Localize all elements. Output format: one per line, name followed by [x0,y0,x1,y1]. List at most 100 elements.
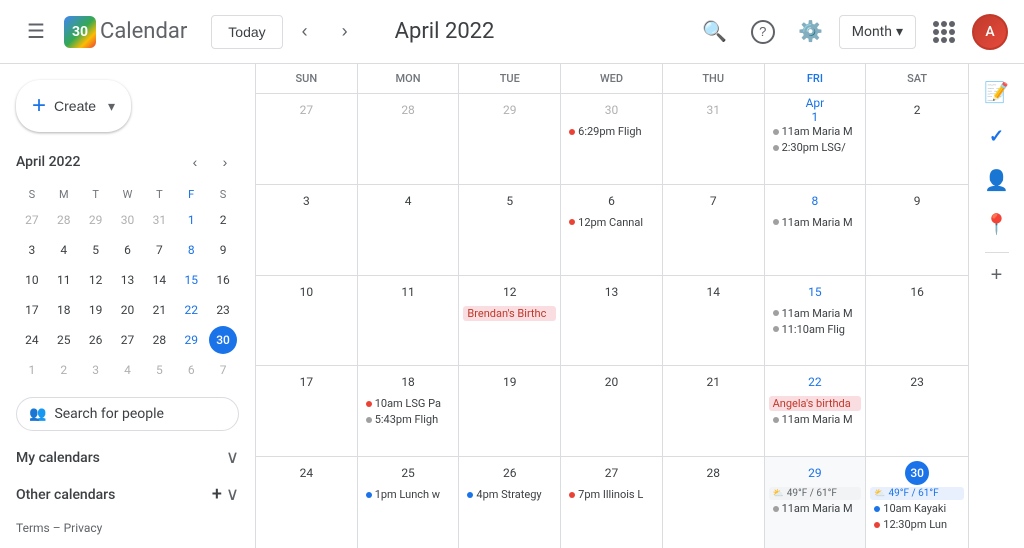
cal-date[interactable]: 21 [701,370,725,394]
mini-day[interactable]: 8 [177,236,205,264]
cal-date-today[interactable]: 30 [905,461,929,485]
mini-day[interactable]: 6 [113,236,141,264]
mini-day-today[interactable]: 30 [209,326,237,354]
mini-day[interactable]: 7 [209,356,237,384]
cal-cell[interactable]: 16 [866,276,968,366]
cal-cell[interactable]: 2 [866,94,968,184]
cal-cell[interactable]: 3 [256,185,358,275]
cal-cell[interactable]: 29 ⛅49°F / 61°F 11am Maria M [765,457,867,548]
cal-date[interactable]: 10 [294,280,318,304]
cal-date[interactable]: 15 [803,280,827,304]
event[interactable]: 11:10am Flig [769,322,862,337]
cal-date[interactable]: 8 [803,189,827,213]
cal-date[interactable]: 12 [498,280,522,304]
mini-day[interactable]: 27 [18,206,46,234]
mini-day[interactable]: 11 [50,266,78,294]
mini-day[interactable]: 22 [177,296,205,324]
mini-day[interactable]: 1 [177,206,205,234]
cal-date[interactable]: 24 [294,461,318,485]
cal-date[interactable]: 19 [498,370,522,394]
event[interactable]: 2:30pm LSG/ [769,140,862,155]
settings-button[interactable]: ⚙️ [791,12,831,52]
prev-button[interactable]: ‹ [287,14,323,50]
mini-day[interactable]: 3 [82,356,110,384]
event[interactable]: 10am Kayaki [870,501,964,516]
mini-next-button[interactable]: › [211,148,239,176]
today-button[interactable]: Today [211,15,282,49]
my-calendars-section[interactable]: My calendars ∨ [0,439,255,476]
cal-cell[interactable]: 27 7pm Illinois L [561,457,663,548]
cal-date[interactable]: 17 [294,370,318,394]
right-add-button[interactable]: + [983,261,1011,289]
mini-day[interactable]: 28 [145,326,173,354]
next-button[interactable]: › [327,14,363,50]
cal-date[interactable]: 14 [701,280,725,304]
avatar[interactable]: A [972,14,1008,50]
cal-cell[interactable]: 11 [358,276,460,366]
mini-day[interactable]: 23 [209,296,237,324]
mini-prev-button[interactable]: ‹ [181,148,209,176]
weather-event[interactable]: ⛅49°F / 61°F [870,487,964,500]
cal-date[interactable]: 5 [498,189,522,213]
mini-day[interactable]: 5 [145,356,173,384]
cal-date[interactable]: 11 [396,280,420,304]
event[interactable]: 12pm Cannal [565,215,658,230]
cal-cell[interactable]: 10 [256,276,358,366]
cal-cell[interactable]: 15 11am Maria M 11:10am Flig [765,276,867,366]
create-button[interactable]: + Create ▾ [16,80,131,132]
mini-day[interactable]: 28 [50,206,78,234]
mini-day[interactable]: 13 [113,266,141,294]
cal-cell[interactable]: 9 [866,185,968,275]
add-calendar-icon[interactable]: + [212,484,222,505]
cal-cell[interactable]: 28 [358,94,460,184]
mini-day[interactable]: 26 [82,326,110,354]
cal-date[interactable]: 4 [396,189,420,213]
cal-cell[interactable]: 23 [866,366,968,456]
mini-day[interactable]: 10 [18,266,46,294]
event[interactable]: 11am Maria M [769,501,862,516]
cal-date[interactable]: 18 [396,370,420,394]
cal-cell[interactable]: 13 [561,276,663,366]
mini-day[interactable]: 21 [145,296,173,324]
cal-cell[interactable]: 14 [663,276,765,366]
cal-date[interactable]: 20 [599,370,623,394]
view-selector[interactable]: Month ▾ [839,15,916,49]
mini-day[interactable]: 7 [145,236,173,264]
event[interactable]: 11am Maria M [769,215,862,230]
terms-link[interactable]: Terms [16,521,50,535]
mini-day[interactable]: 19 [82,296,110,324]
event[interactable]: 7pm Illinois L [565,487,658,502]
event[interactable]: Brendan's Birthc [463,306,556,321]
mini-day[interactable]: 20 [113,296,141,324]
cal-date[interactable]: 2 [905,98,929,122]
cal-date[interactable]: 9 [905,189,929,213]
cal-cell[interactable]: 4 [358,185,460,275]
keep-button[interactable]: 📝 [977,72,1017,112]
event[interactable]: 1pm Lunch w [362,487,455,502]
cal-date[interactable]: 13 [599,280,623,304]
mini-day[interactable]: 29 [82,206,110,234]
cal-cell[interactable]: 27 [256,94,358,184]
mini-day[interactable]: 12 [82,266,110,294]
mini-day[interactable]: 27 [113,326,141,354]
event[interactable]: 6:29pm Fligh [565,124,658,139]
tasks-button[interactable]: ✓ [977,116,1017,156]
event[interactable]: 11am Maria M [769,124,862,139]
mini-day[interactable]: 29 [177,326,205,354]
mini-day[interactable]: 24 [18,326,46,354]
mini-day[interactable]: 3 [18,236,46,264]
cal-date[interactable]: Apr 1 [803,98,827,122]
event[interactable]: Angela's birthda [769,396,862,411]
cal-date[interactable]: 27 [599,461,623,485]
cal-date[interactable]: 23 [905,370,929,394]
contacts-button[interactable]: 👤 [977,160,1017,200]
cal-cell[interactable]: 21 [663,366,765,456]
cal-cell[interactable]: 24 [256,457,358,548]
cal-cell[interactable]: 12 Brendan's Birthc [459,276,561,366]
cal-cell-today[interactable]: 30 ⛅49°F / 61°F 10am Kayaki 12:30pm Lun [866,457,968,548]
cal-cell[interactable]: 30 6:29pm Fligh [561,94,663,184]
cal-cell[interactable]: 28 [663,457,765,548]
other-calendars-section[interactable]: Other calendars + ∨ [0,476,255,513]
cal-cell[interactable]: 17 [256,366,358,456]
cal-date[interactable]: 16 [905,280,929,304]
